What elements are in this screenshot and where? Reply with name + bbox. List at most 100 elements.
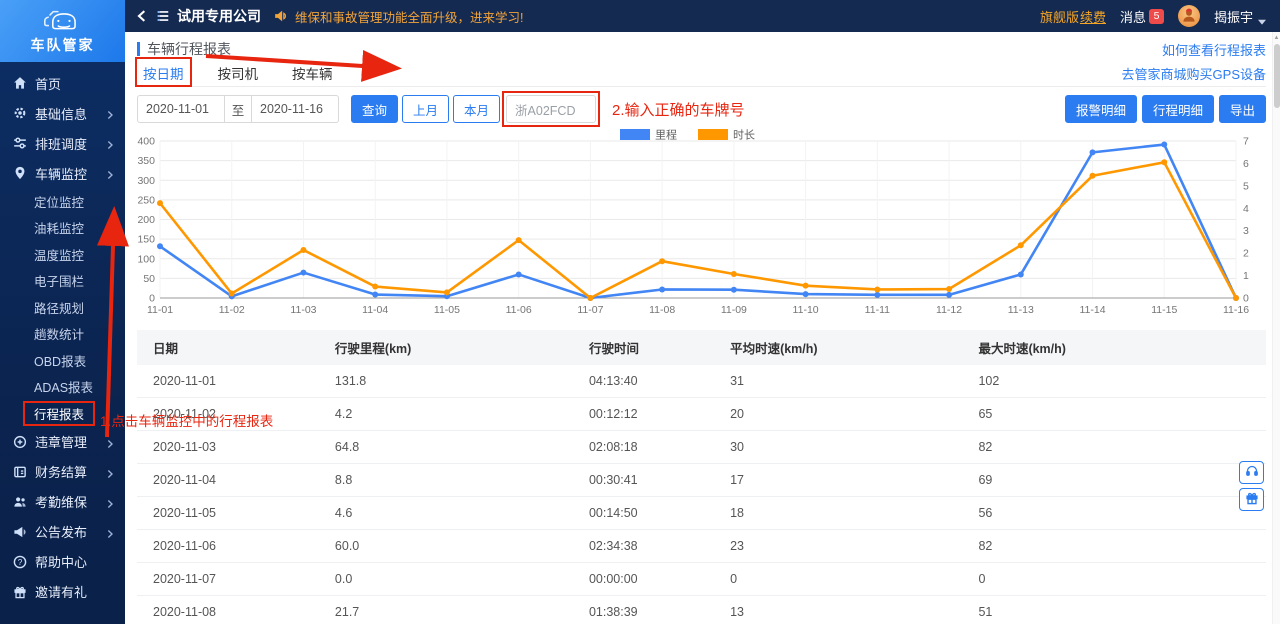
tab-by-date[interactable]: 按日期 [135,57,192,87]
sidebar-item-trip-count[interactable]: 趟数统计 [0,321,125,348]
car-logo-icon [40,7,86,33]
export-button[interactable]: 导出 [1218,95,1266,123]
sidebar-item-label: 基础信息 [35,106,88,122]
plate-input-wrap [502,91,601,127]
sidebar-item-finance[interactable]: 财务结算 [0,457,125,487]
sidebar-item-location-monitor[interactable]: 定位监控 [0,188,125,215]
table-cell: 60.0 [328,529,583,563]
svg-text:11-14: 11-14 [1079,304,1105,316]
table-row[interactable]: 2020-11-06 60.0 02:34:38 23 82 [137,529,1266,563]
company-name[interactable]: 试用专用公司 [177,6,261,26]
sidebar: 车队管家 首页基础信息排班调度 车辆监控 定位监控 油耗监控温度监控电子围栏 路径规划趟… [0,0,125,624]
table-cell: 51 [972,595,1266,624]
svg-text:300: 300 [137,175,155,187]
table-row[interactable]: 2020-11-07 0.0 00:00:00 0 0 [137,562,1266,596]
sidebar-item-obd-report[interactable]: OBD报表 [0,347,125,374]
sidebar-menu: 首页基础信息排班调度 车辆监控 定位监控 油耗监控温度监控电子围栏 路径规划 趟数统计 OB… [0,62,125,607]
org-list-icon[interactable] [156,9,170,23]
sidebar-item-route-planning[interactable]: 路径规划 [0,294,125,321]
date-from-input[interactable] [137,95,225,123]
plate-input[interactable] [506,95,597,123]
tab-by-vehicle[interactable]: 按车辆 [292,63,333,83]
plan-badge[interactable]: 旗舰版续费 [1040,7,1106,26]
svg-text:4: 4 [1243,203,1249,215]
alarm-detail-button[interactable]: 报警明细 [1064,95,1137,123]
table-cell: 00:14:50 [582,496,725,530]
table-cell: 00:30:41 [582,463,725,497]
sidebar-item-attendance[interactable]: 考勤维保 [0,487,125,517]
table-row[interactable]: 2020-11-03 64.8 02:08:18 30 82 [137,430,1266,464]
collapse-icon[interactable] [135,9,149,23]
messages-label: 消息 [1119,9,1146,25]
sliders-icon [13,136,27,150]
svg-text:11-11: 11-11 [865,304,890,316]
sidebar-item-geo-fence[interactable]: 电子围栏 [0,268,125,295]
sidebar-item-temperature-monitor[interactable]: 温度监控 [0,241,125,268]
tabs-row: 按日期 按司机 按车辆 去管家商城购买GPS设备 [135,57,1266,87]
search-button[interactable]: 查询 [351,95,399,123]
trip-detail-button[interactable]: 行程明细 [1141,95,1214,123]
app-root: 车队管家 首页基础信息排班调度 车辆监控 定位监控 油耗监控温度监控电子围栏 路径规划趟… [0,0,1280,624]
svg-text:11-12: 11-12 [936,304,962,316]
date-to-input[interactable] [251,95,339,123]
tab-label: 按日期 [143,67,184,82]
announcement-text[interactable]: 维保和事故管理功能全面升级，进来学习! [295,7,523,26]
sidebar-item-dispatch[interactable]: 排班调度 [0,128,125,158]
table-row[interactable]: 2020-11-05 4.6 00:14:50 18 56 [137,496,1266,530]
this-month-button[interactable]: 本月 [453,95,501,123]
sidebar-subitem-label: 行程报表 [34,407,85,422]
sidebar-subitem-label: 温度监控 [34,248,85,263]
messages-link[interactable]: 消息 5 [1120,7,1164,26]
sidebar-subitem-label: OBD报表 [34,354,87,369]
annotation-step2: 2.输入正确的车牌号 [612,101,745,119]
table-cell: 04:13:40 [582,365,725,398]
scrollbar-up-arrow[interactable]: ▲ [1273,32,1280,41]
prev-month-button[interactable]: 上月 [402,95,450,123]
table-cell: 20 [724,397,973,431]
svg-text:11-07: 11-07 [577,304,603,316]
table-cell: 65 [972,397,1266,431]
table-row[interactable]: 2020-11-08 21.7 01:38:39 13 51 [137,595,1266,624]
sidebar-item-vehicle-monitor[interactable]: 车辆监控 [0,158,125,188]
main-area: 试用专用公司 维保和事故管理功能全面升级，进来学习! 旗舰版续费 消息 5 揭振… [125,0,1280,624]
avatar[interactable] [1177,5,1200,27]
chevron-right-icon [105,108,115,119]
customer-service-button[interactable] [1239,461,1264,484]
shop-link[interactable]: 去管家商城购买GPS设备 [1122,64,1266,83]
sidebar-item-help[interactable]: ? 帮助中心 [0,547,125,577]
user-menu[interactable]: 揭振宇 [1214,7,1266,26]
table-cell: 00:00:00 [582,562,725,596]
sidebar-item-violation[interactable]: 违章管理 [0,427,125,457]
scrollbar[interactable]: ▲ [1272,32,1280,624]
question-icon: ? [13,555,27,569]
scrollbar-thumb[interactable] [1273,44,1280,108]
sidebar-item-invite[interactable]: 邀请有礼 [0,577,125,607]
gift-button[interactable] [1239,488,1264,511]
sidebar-item-announcement[interactable]: 公告发布 [0,517,125,547]
table-cell: 8.8 [328,463,583,497]
column-header: 平均时速(km/h) [724,330,973,365]
help-link[interactable]: 如何查看行程报表 [1162,40,1266,59]
table-row[interactable]: 2020-11-04 8.8 00:30:41 17 69 [137,463,1266,497]
table-row[interactable]: 2020-11-01 131.8 04:13:40 31 102 [137,365,1266,398]
page-title-row: 车辆行程报表 如何查看行程报表 [137,38,1266,60]
trip-chart-svg: 里程 时长 0 50 100 150 200 250 300 350 400 0 1 2 3 4 5 6 7 11-0… [137,129,1249,317]
tabs: 按日期 按司机 按车辆 [135,57,333,87]
megaphone-icon [13,525,27,539]
chevron-right-icon [105,168,115,179]
table-row[interactable]: 2020-11-02 4.2 00:12:12 20 65 [137,397,1266,431]
table-cell: 4.2 [328,397,583,431]
sidebar-item-adas-report[interactable]: ADAS报表 [0,374,125,401]
sidebar-item-home[interactable]: 首页 [0,68,125,98]
renew-link[interactable]: 续费 [1080,10,1106,25]
sidebar-item-basic-info[interactable]: 基础信息 [0,98,125,128]
svg-text:150: 150 [137,234,155,246]
app-logo[interactable]: 车队管家 [0,0,125,62]
table-cell: 0 [972,562,1266,596]
svg-text:11-16: 11-16 [1223,304,1249,316]
svg-text:11-13: 11-13 [1008,304,1034,316]
table-cell: 17 [724,463,973,497]
svg-text:11-04: 11-04 [362,304,388,316]
tab-by-driver[interactable]: 按司机 [218,63,259,83]
sidebar-item-fuel-monitor[interactable]: 油耗监控 [0,215,125,242]
